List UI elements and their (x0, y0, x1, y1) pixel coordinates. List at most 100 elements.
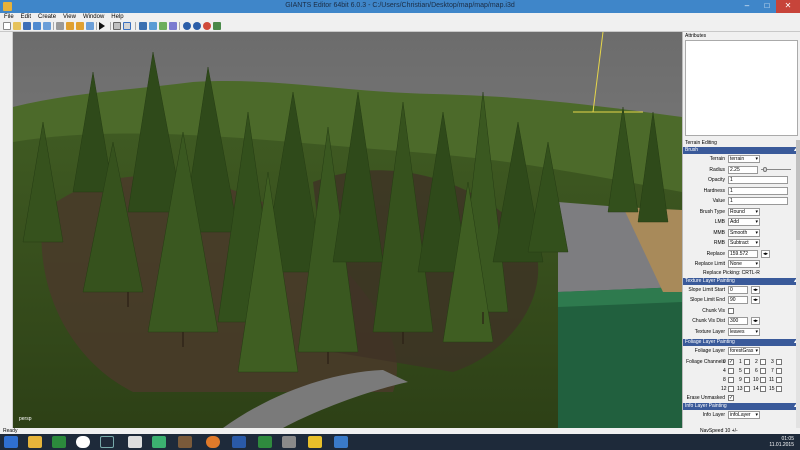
erase-unmasked-label: Erase Unmasked (686, 394, 725, 401)
channel-6-label: 6 (755, 367, 758, 374)
hardness-field[interactable]: 1 (728, 186, 788, 195)
mmb-select[interactable]: Smooth (728, 228, 760, 237)
chrome-icon[interactable] (76, 436, 90, 448)
brush-type-select[interactable]: Round (728, 207, 760, 216)
light-icon[interactable] (203, 22, 211, 30)
channel-5-checkbox[interactable] (744, 367, 750, 374)
new-file-icon[interactable] (3, 22, 11, 30)
texture-layer-select[interactable]: leaves (728, 327, 760, 336)
close-button[interactable]: ✕ (776, 0, 800, 13)
save-as-icon[interactable] (33, 22, 41, 30)
channel-6-checkbox[interactable] (760, 367, 766, 374)
cut-icon[interactable] (56, 22, 64, 30)
terrain-icon[interactable] (149, 22, 157, 30)
channel-10-checkbox[interactable] (760, 376, 766, 383)
channel-12-checkbox[interactable] (728, 385, 734, 392)
chunk-vis-dist-spin[interactable]: ◂▸ (751, 317, 760, 325)
chunk-vis-checkbox[interactable] (728, 307, 734, 314)
opacity-field[interactable]: 1 (728, 176, 788, 184)
channel-0-checkbox[interactable]: ✓ (728, 358, 734, 365)
excel-alt-icon[interactable] (258, 436, 272, 448)
notes-icon[interactable] (308, 436, 322, 448)
slope-end-spin[interactable]: ◂▸ (751, 296, 760, 304)
terrain-editing-title: Terrain Editing (685, 140, 717, 146)
tool-icon[interactable] (282, 436, 296, 448)
menu-create[interactable]: Create (38, 13, 56, 21)
brush-section-header[interactable]: Brush▲ (683, 147, 800, 154)
save-icon[interactable] (23, 22, 31, 30)
hp-icon[interactable] (100, 436, 114, 448)
word-icon[interactable] (232, 436, 246, 448)
menu-file[interactable]: File (4, 13, 14, 21)
channel-7-checkbox[interactable] (776, 367, 782, 374)
system-clock[interactable]: 01:05 11.01.2015 (769, 436, 794, 448)
channel-13-label: 13 (737, 385, 743, 392)
channel-1-checkbox[interactable] (744, 358, 750, 365)
foliage-section-header[interactable]: Foliage Layer Painting▲ (683, 339, 800, 346)
excel-icon[interactable] (52, 436, 66, 448)
paint-icon[interactable] (213, 22, 221, 30)
maximize-button[interactable]: □ (758, 0, 776, 13)
foliage-layer-select[interactable]: forestGras (728, 347, 760, 355)
copy-icon[interactable] (86, 22, 94, 30)
game-icon[interactable] (178, 436, 192, 448)
lmb-select[interactable]: Add (728, 218, 760, 226)
slope-start-spin[interactable]: ◂▸ (751, 285, 760, 294)
channel-3-checkbox[interactable] (776, 358, 782, 365)
firefox-icon[interactable] (206, 436, 220, 448)
channel-15-checkbox[interactable] (776, 385, 782, 392)
redo-icon[interactable] (76, 22, 84, 30)
file-explorer-icon[interactable] (28, 436, 42, 448)
info-section-header[interactable]: Info Layer Painting▲ (683, 403, 800, 410)
lmb-label: LMB (714, 219, 725, 225)
panel-scrollbar[interactable] (796, 140, 800, 428)
scrollbar-thumb[interactable] (796, 140, 800, 240)
value-field[interactable]: 1 (728, 197, 788, 205)
channel-2-checkbox[interactable] (760, 358, 766, 365)
replace-field[interactable]: 159.572 (728, 249, 758, 258)
radius-slider[interactable] (761, 166, 791, 172)
camera-icon[interactable] (169, 22, 177, 30)
channel-13-checkbox[interactable] (744, 385, 750, 392)
object-icon[interactable] (159, 22, 167, 30)
menu-view[interactable]: View (63, 13, 76, 21)
start-icon[interactable] (4, 436, 18, 448)
slope-end-field[interactable]: 90 (728, 296, 748, 304)
rmb-select[interactable]: Subtract (728, 239, 760, 247)
channel-9-checkbox[interactable] (744, 376, 750, 383)
minimize-button[interactable]: – (738, 0, 756, 13)
right-panel: Attributes Terrain Editing Brush▲ Terrai… (682, 32, 800, 428)
open-folder-icon[interactable] (13, 22, 21, 30)
paint-app-icon[interactable] (152, 436, 166, 448)
channel-4-checkbox[interactable] (728, 367, 734, 374)
channel-7-label: 7 (771, 367, 774, 374)
channel-11-checkbox[interactable] (776, 376, 782, 383)
hand-tool-icon[interactable] (123, 22, 131, 30)
channel-8-checkbox[interactable] (728, 376, 734, 383)
export-icon[interactable] (43, 22, 51, 30)
replace-limit-select[interactable]: None (728, 260, 760, 268)
erase-unmasked-checkbox[interactable]: ✓ (728, 394, 734, 401)
texture-section-header[interactable]: Texture Layer Painting▲ (683, 277, 800, 285)
menu-edit[interactable]: Edit (21, 13, 31, 21)
play-icon[interactable] (99, 22, 105, 30)
menu-window[interactable]: Window (83, 13, 104, 21)
3d-viewport[interactable]: persp (13, 32, 682, 428)
radius-label: Radius (709, 166, 725, 173)
select-tool-icon[interactable] (113, 22, 121, 30)
radius-field[interactable]: 2.25 (728, 165, 758, 174)
menu-help[interactable]: Help (111, 13, 123, 21)
scenegraph-icon[interactable] (139, 22, 147, 30)
info-layer-select[interactable]: infoLayer (728, 411, 760, 419)
media-icon[interactable] (128, 436, 142, 448)
slider-knob[interactable] (763, 166, 767, 172)
chunk-vis-dist-field[interactable]: 300 (728, 317, 748, 325)
replace-pick-button[interactable]: ◂▸ (761, 249, 770, 258)
channel-14-checkbox[interactable] (760, 385, 766, 392)
gear-icon[interactable] (183, 22, 191, 30)
settings-icon[interactable] (193, 22, 201, 30)
undo-icon[interactable] (66, 22, 74, 30)
giants-editor-icon[interactable] (334, 436, 348, 448)
slope-start-field[interactable]: 0 (728, 285, 748, 294)
terrain-select[interactable]: terrain (728, 155, 760, 163)
